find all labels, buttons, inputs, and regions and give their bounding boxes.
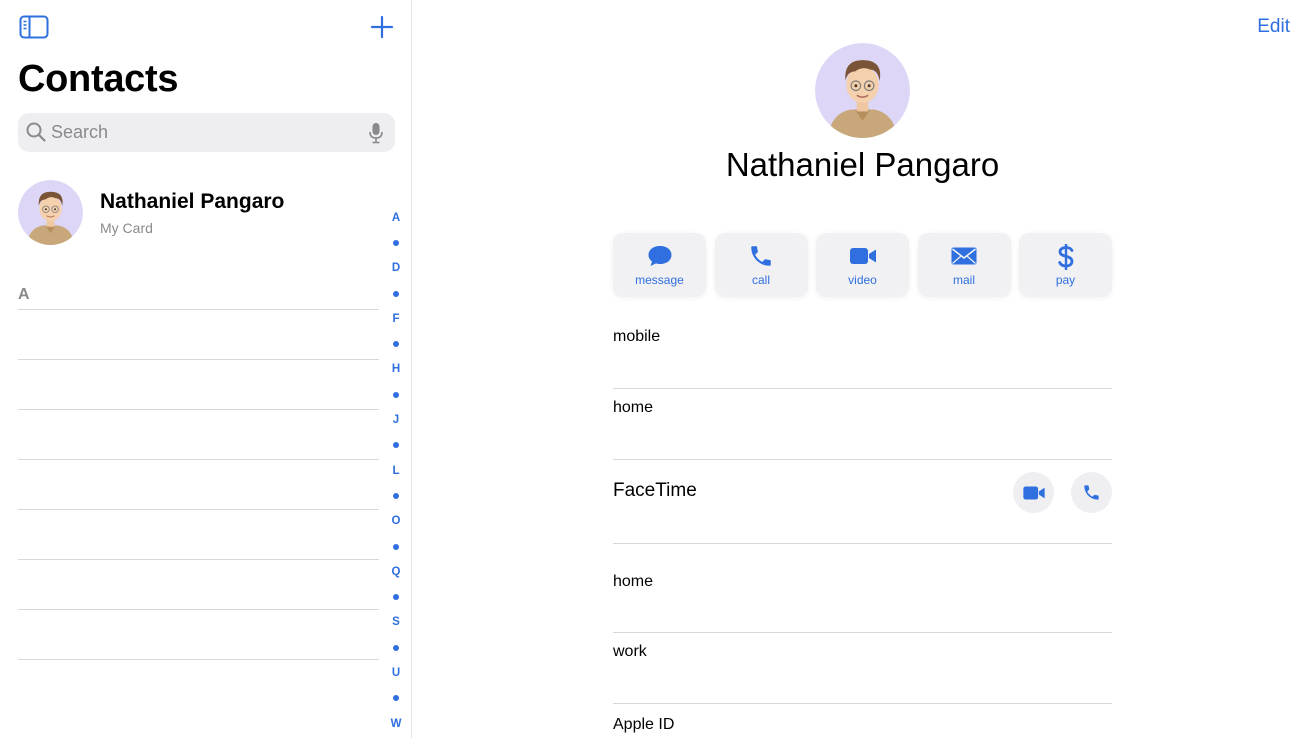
facetime-video-button[interactable] xyxy=(1013,472,1054,513)
search-icon xyxy=(26,122,46,142)
microphone-icon[interactable] xyxy=(368,122,384,144)
video-label: video xyxy=(848,273,877,287)
index-dot[interactable] xyxy=(386,382,406,407)
search-input[interactable] xyxy=(51,113,371,152)
envelope-icon xyxy=(951,247,977,265)
index-dot[interactable] xyxy=(386,230,406,255)
list-item[interactable] xyxy=(18,559,379,609)
mail-label: mail xyxy=(952,273,975,287)
facetime-row: FaceTime xyxy=(613,460,1112,544)
home-phone-label: home xyxy=(613,399,654,416)
index-dot[interactable] xyxy=(386,534,406,559)
home-email-field[interactable]: home xyxy=(613,544,1112,633)
index-letter[interactable]: L xyxy=(386,458,406,483)
index-letter[interactable]: U xyxy=(386,660,406,685)
index-letter[interactable]: D xyxy=(386,256,406,281)
video-camera-icon xyxy=(849,248,876,264)
call-button[interactable]: call xyxy=(714,233,808,297)
contact-photo xyxy=(815,43,910,138)
contact-name: Nathaniel Pangaro xyxy=(725,146,1000,183)
index-dot[interactable] xyxy=(386,483,406,508)
contact-list xyxy=(18,309,379,709)
quick-actions: message call video mail pay xyxy=(613,233,1112,297)
avatar xyxy=(18,180,83,245)
section-header: A xyxy=(18,286,30,303)
index-letter[interactable]: O xyxy=(386,509,406,534)
memoji-avatar-icon xyxy=(815,43,910,138)
phone-icon xyxy=(1084,485,1099,500)
alphabet-index[interactable]: A D F H J L O Q S U W xyxy=(386,205,406,736)
index-dot[interactable] xyxy=(386,686,406,711)
index-letter[interactable]: H xyxy=(386,357,406,382)
contact-fields: mobile home FaceTime home work Apple ID xyxy=(613,318,1112,738)
my-card-name: Nathaniel Pangaro xyxy=(100,190,285,213)
contacts-sidebar: Contacts Search Nathaniel Pangaro My Car… xyxy=(0,0,412,738)
phone-icon xyxy=(751,246,771,266)
work-email-label: work xyxy=(613,643,647,660)
index-dot[interactable] xyxy=(386,635,406,660)
mail-button[interactable]: mail xyxy=(917,233,1011,297)
search-bar[interactable] xyxy=(18,113,395,152)
index-letter[interactable]: A xyxy=(386,205,406,230)
home-phone-field[interactable]: home xyxy=(613,389,1112,460)
home-email-label: home xyxy=(613,573,654,590)
plus-icon xyxy=(370,15,394,39)
index-letter[interactable]: F xyxy=(386,306,406,331)
index-letter[interactable]: J xyxy=(386,407,406,432)
message-bubble-icon xyxy=(648,246,671,266)
my-card-row[interactable]: Nathaniel Pangaro My Card xyxy=(18,180,378,246)
sidebar-toggle-icon[interactable] xyxy=(19,15,49,39)
video-camera-icon xyxy=(1022,485,1045,500)
index-letter[interactable]: Q xyxy=(386,559,406,584)
work-email-field[interactable]: work xyxy=(613,633,1112,704)
call-label: call xyxy=(751,273,770,287)
index-dot[interactable] xyxy=(386,331,406,356)
index-letter[interactable]: W xyxy=(386,711,406,736)
list-item[interactable] xyxy=(18,409,379,459)
memoji-avatar-icon xyxy=(18,180,83,245)
list-item[interactable] xyxy=(18,359,379,409)
dollar-sign-icon xyxy=(1057,244,1073,270)
list-item[interactable] xyxy=(18,459,379,509)
list-item[interactable] xyxy=(18,659,379,709)
page-title: Contacts xyxy=(18,58,179,100)
message-label: message xyxy=(635,273,684,287)
list-item[interactable] xyxy=(18,309,379,359)
facetime-label: FaceTime xyxy=(613,480,697,501)
list-item[interactable] xyxy=(18,609,379,659)
pay-label: pay xyxy=(1055,273,1076,287)
index-dot[interactable] xyxy=(386,281,406,306)
my-card-label: My Card xyxy=(100,220,153,236)
mobile-field[interactable]: mobile xyxy=(613,318,1112,389)
video-button[interactable]: video xyxy=(816,233,909,297)
index-letter[interactable]: S xyxy=(386,610,406,635)
apple-id-field[interactable]: Apple ID xyxy=(613,704,1112,738)
message-button[interactable]: message xyxy=(613,233,706,297)
mobile-label: mobile xyxy=(613,328,661,345)
facetime-audio-button[interactable] xyxy=(1071,472,1112,513)
index-dot[interactable] xyxy=(386,433,406,458)
index-dot[interactable] xyxy=(386,584,406,609)
pay-button[interactable]: pay xyxy=(1019,233,1112,297)
contact-detail-pane: Edit Nathaniel Pangaro message call vide… xyxy=(413,0,1312,738)
edit-button[interactable]: Edit xyxy=(1257,16,1290,38)
list-item[interactable] xyxy=(18,509,379,559)
add-contact-button[interactable] xyxy=(370,15,394,39)
apple-id-label: Apple ID xyxy=(613,716,675,733)
